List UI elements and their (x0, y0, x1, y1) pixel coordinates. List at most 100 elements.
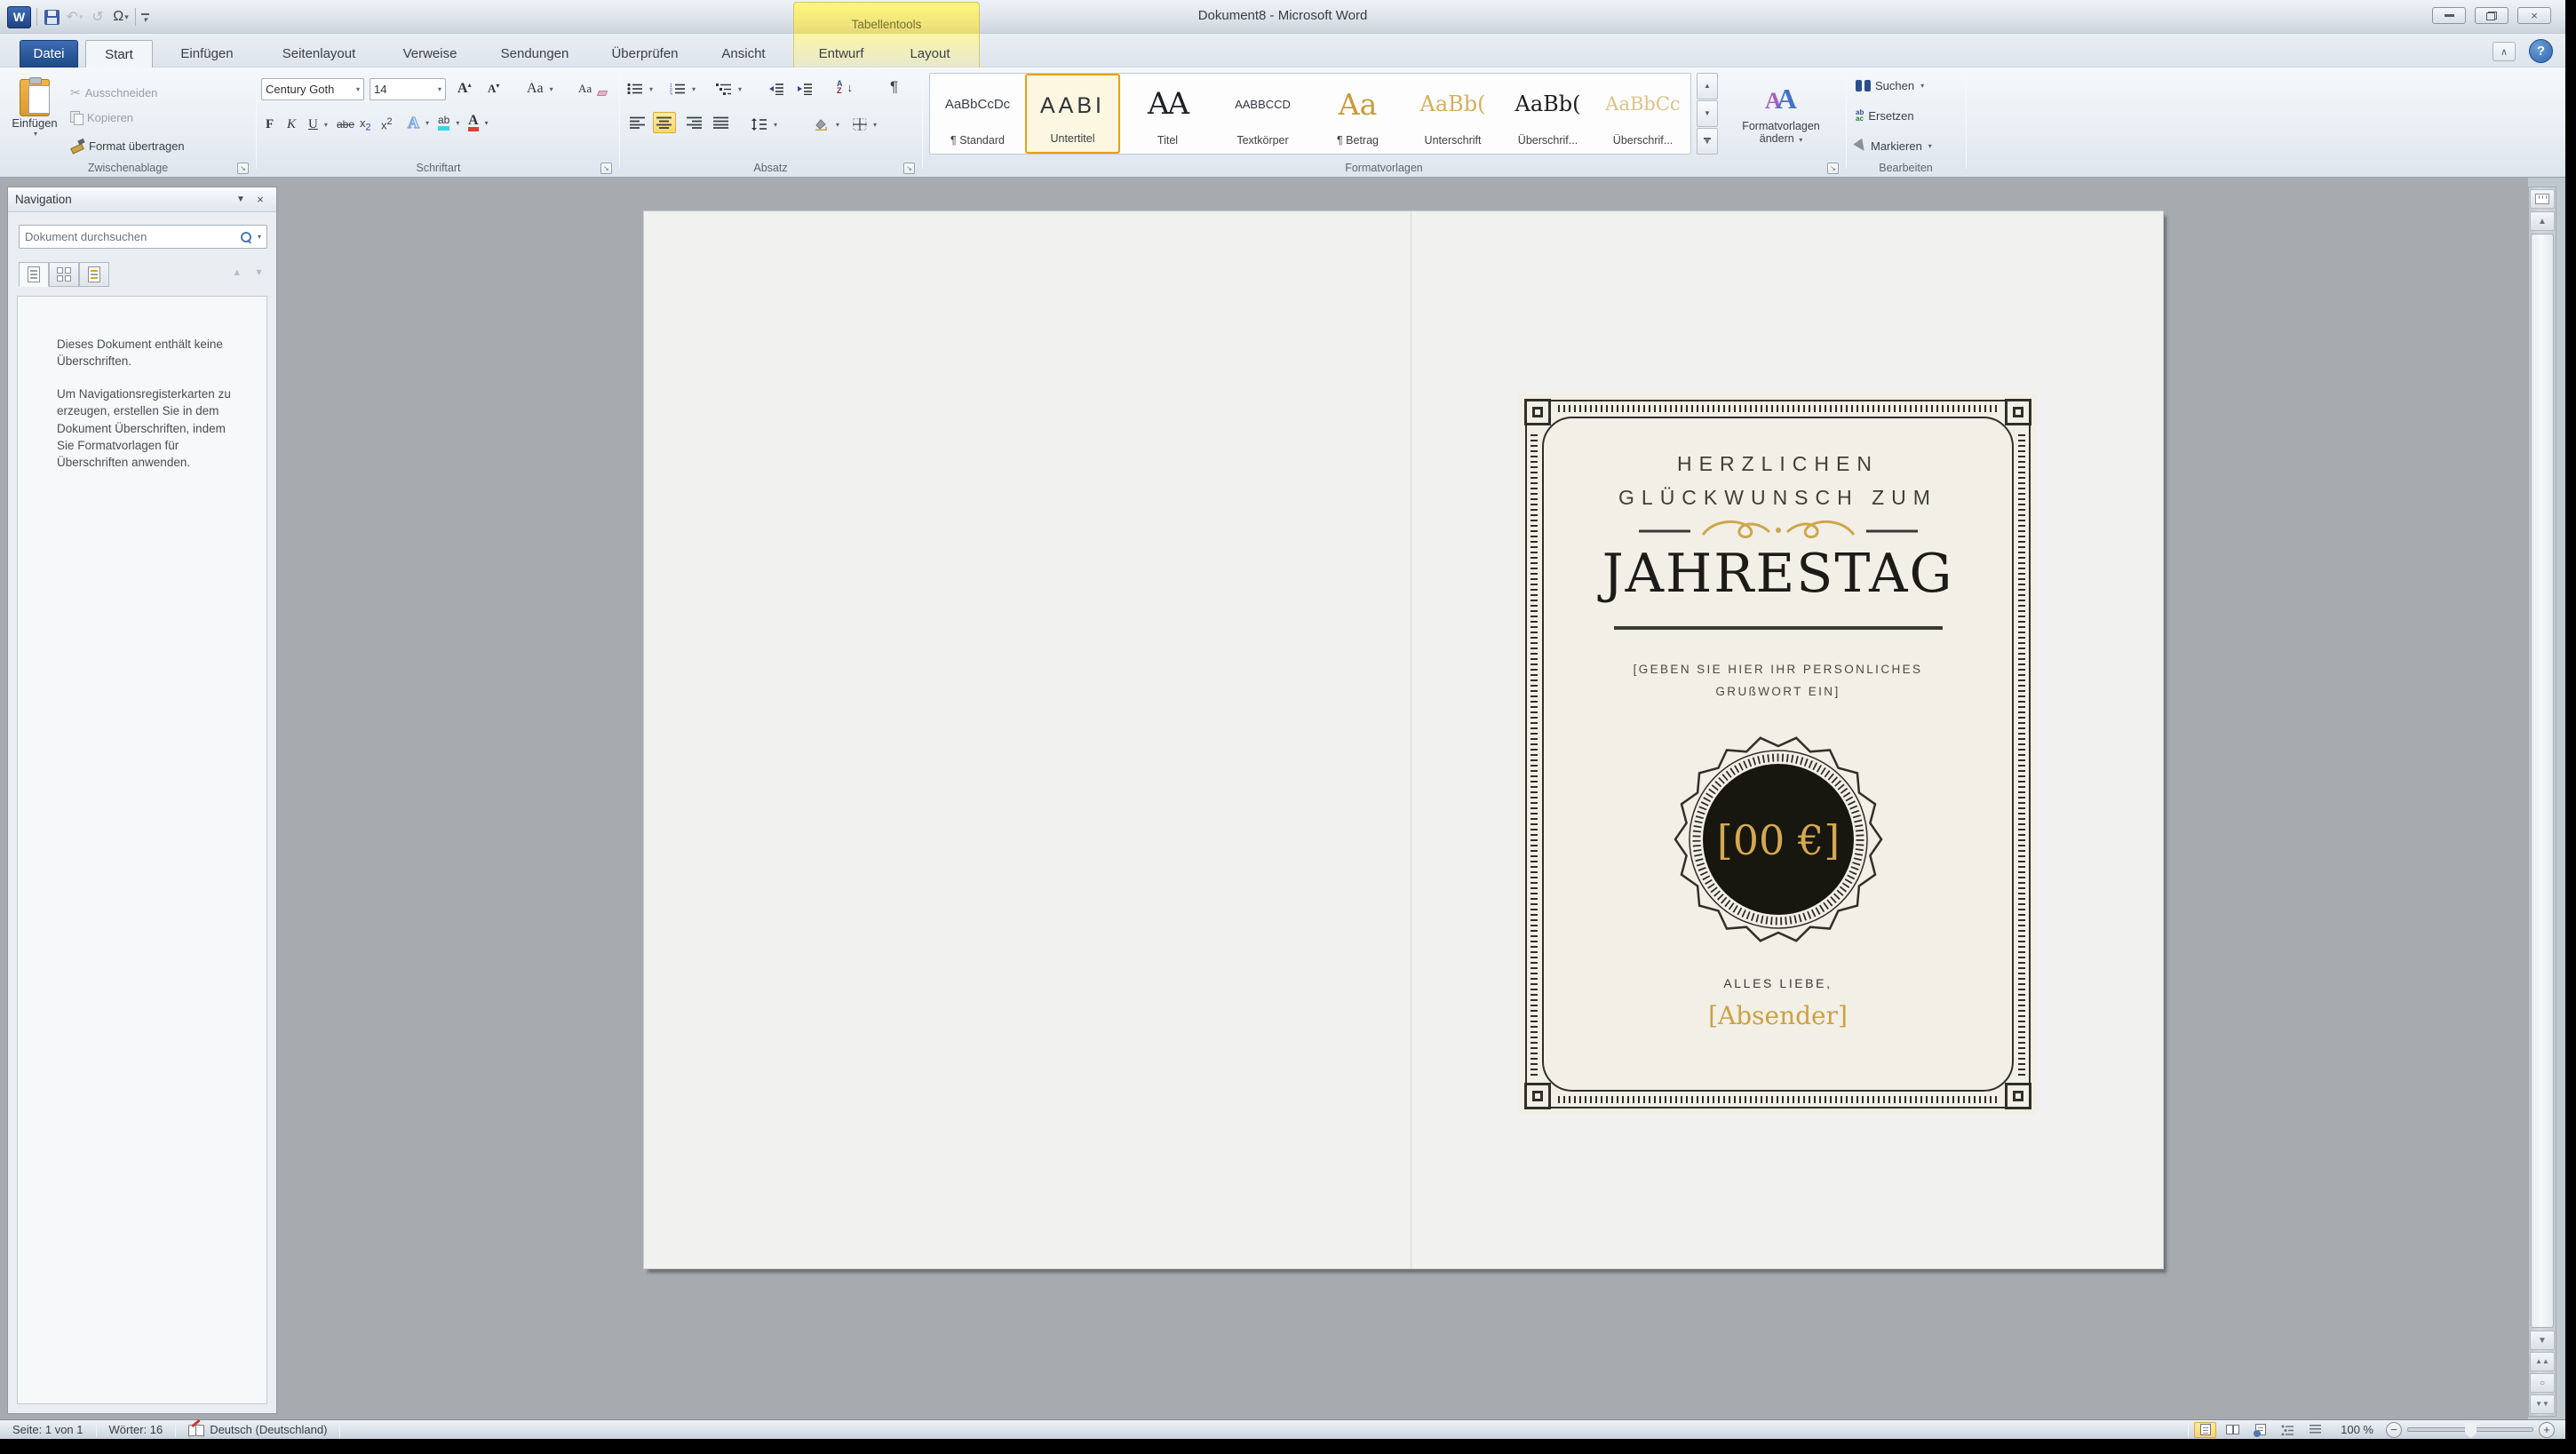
next-heading-icon[interactable]: ▼ (254, 267, 264, 278)
minimize-button[interactable] (2432, 7, 2466, 24)
style-untertitel[interactable]: AABI Untertitel (1025, 74, 1120, 154)
tab-layout[interactable]: Layout (893, 40, 967, 68)
print-layout-view-button[interactable] (2194, 1422, 2216, 1438)
styles-dialog-launcher-icon[interactable]: ↘ (1827, 163, 1839, 174)
gallery-scroll-up-icon[interactable]: ▲ (1697, 73, 1718, 99)
badge-amount-text[interactable]: [00 €] (1716, 816, 1839, 864)
align-center-button[interactable] (653, 112, 676, 133)
tab-einfuegen[interactable]: Einfügen (165, 40, 249, 68)
multilevel-list-button[interactable]: ▾ (713, 78, 744, 99)
scrollbar-thumb[interactable] (2531, 234, 2554, 1328)
change-case-button[interactable]: Aa▾ (524, 78, 556, 99)
copy-button[interactable]: Kopieren (68, 107, 136, 128)
increase-indent-button[interactable] (795, 78, 815, 99)
font-color-button[interactable]: A▾ (465, 112, 491, 133)
card-sender-placeholder[interactable]: [Absender] (1519, 1001, 2037, 1030)
superscript-button[interactable]: x2 (378, 114, 395, 135)
close-button[interactable]: × (2517, 7, 2551, 24)
tab-datei[interactable]: Datei (20, 40, 78, 68)
search-options-icon[interactable]: ▾ (258, 233, 261, 241)
font-size-select[interactable]: 14▾ (370, 78, 446, 100)
grow-font-button[interactable]: A▴ (455, 78, 474, 99)
proofing-status[interactable]: Deutsch (Deutschland) (176, 1420, 339, 1439)
gallery-more-icon[interactable]: ▼ (1697, 128, 1718, 155)
zoom-in-icon[interactable]: + (2539, 1422, 2555, 1438)
save-icon[interactable] (43, 6, 60, 28)
card-title[interactable]: JAHRESTAG (1519, 543, 2037, 605)
bold-button[interactable]: F (263, 114, 276, 135)
paragraph-dialog-launcher-icon[interactable]: ↘ (903, 163, 915, 174)
outline-view-button[interactable] (2277, 1422, 2299, 1438)
zoom-level[interactable]: 100 % (2341, 1423, 2373, 1436)
align-right-button[interactable] (683, 112, 706, 133)
line-spacing-button[interactable]: ▾ (749, 114, 780, 135)
italic-button[interactable]: K (284, 114, 298, 135)
word-count[interactable]: Wörter: 16 (97, 1420, 176, 1439)
collapse-ribbon-icon[interactable]: ∧ (2493, 42, 2516, 61)
zoom-slider-thumb[interactable] (2465, 1423, 2477, 1438)
strikethrough-button[interactable]: abe (334, 114, 357, 135)
replace-button[interactable]: abac Ersetzen (1853, 105, 1917, 126)
show-formatting-marks-button[interactable]: ¶ (887, 76, 901, 98)
borders-button[interactable]: ▾ (850, 114, 879, 135)
cut-button[interactable]: ✂ Ausschneiden (68, 82, 160, 103)
tab-start[interactable]: Start (85, 40, 153, 68)
highlight-color-button[interactable]: ab▾ (435, 112, 462, 133)
style-unterschrift[interactable]: AaBb( Unterschrift (1405, 74, 1500, 154)
tab-verweise[interactable]: Verweise (389, 40, 471, 68)
style-titel[interactable]: AA Titel (1120, 74, 1215, 154)
clipboard-dialog-launcher-icon[interactable]: ↘ (237, 163, 249, 174)
customize-qat-icon[interactable]: ▾ (141, 13, 149, 23)
justify-button[interactable] (710, 112, 733, 133)
previous-page-icon[interactable]: ▲▲ (2530, 1352, 2555, 1371)
numbering-button[interactable]: 123▾ (667, 78, 698, 99)
style-ueberschrift-2[interactable]: AaBbCc Überschrif... (1595, 74, 1690, 154)
card-closing[interactable]: ALLES LIEBE, (1519, 976, 2037, 990)
web-layout-view-button[interactable] (2249, 1422, 2271, 1438)
ruler-toggle-button[interactable] (2530, 189, 2555, 209)
zoom-slider[interactable] (2407, 1427, 2533, 1432)
greeting-card[interactable]: HERZLICHEN GLÜCKWUNSCH ZUM JAHRESTAG [GE… (1519, 393, 2037, 1115)
navigation-pane-close-icon[interactable]: × (251, 192, 269, 208)
style-ueberschrift-1[interactable]: AaBb( Überschrif... (1500, 74, 1595, 154)
find-button[interactable]: Suchen▾ (1853, 75, 1927, 96)
next-page-icon[interactable]: ▼▼ (2530, 1394, 2555, 1414)
redo-icon[interactable]: ↺ (89, 6, 107, 28)
symbol-omega-icon[interactable]: Ω▾ (112, 6, 130, 28)
bullets-button[interactable]: ▾ (624, 78, 656, 99)
sort-button[interactable]: AZ↓ (834, 76, 855, 98)
subscript-button[interactable]: x2 (357, 114, 374, 135)
previous-heading-icon[interactable]: ▲ (232, 267, 242, 278)
tab-seitenlayout[interactable]: Seitenlayout (265, 40, 373, 68)
format-painter-button[interactable]: Format übertragen (68, 135, 187, 156)
search-input[interactable] (25, 230, 235, 243)
navigation-pane-menu-icon[interactable]: ▼ (232, 192, 250, 208)
font-dialog-launcher-icon[interactable]: ↘ (600, 163, 612, 174)
text-effects-button[interactable]: A▾ (405, 112, 432, 133)
fullscreen-reading-view-button[interactable] (2222, 1422, 2244, 1438)
document-search-box[interactable]: ▾ (19, 225, 267, 249)
tab-entwurf[interactable]: Entwurf (802, 40, 880, 68)
shading-button[interactable]: ▾ (811, 114, 842, 135)
change-styles-button[interactable]: AA Formatvorlagen ändern ▾ (1727, 73, 1835, 155)
draft-view-button[interactable] (2304, 1422, 2326, 1438)
select-button[interactable]: Markieren▾ (1853, 135, 1935, 156)
scroll-up-icon[interactable]: ▲ (2530, 211, 2555, 231)
browse-results-tab[interactable] (79, 262, 109, 287)
help-icon[interactable]: ? (2529, 39, 2553, 63)
zoom-out-icon[interactable]: − (2386, 1422, 2402, 1438)
underline-button[interactable]: U▾ (306, 114, 330, 135)
decrease-indent-button[interactable] (767, 78, 787, 99)
select-browse-object-icon[interactable]: ○ (2530, 1373, 2555, 1393)
align-left-button[interactable] (626, 112, 649, 133)
tab-sendungen[interactable]: Sendungen (487, 40, 583, 68)
amount-badge[interactable]: [00 €] (1672, 733, 1885, 946)
shrink-font-button[interactable]: A▾ (485, 78, 502, 99)
style-standard[interactable]: AaBbCcDc ¶ Standard (930, 74, 1025, 154)
font-family-select[interactable]: Century Goth▾ (261, 78, 364, 100)
restore-button[interactable] (2475, 7, 2508, 24)
page-count[interactable]: Seite: 1 von 1 (0, 1420, 96, 1439)
undo-icon[interactable]: ↶▾ (66, 6, 83, 28)
paste-button[interactable]: Einfügen ▾ (7, 76, 62, 160)
search-icon[interactable] (240, 231, 251, 242)
